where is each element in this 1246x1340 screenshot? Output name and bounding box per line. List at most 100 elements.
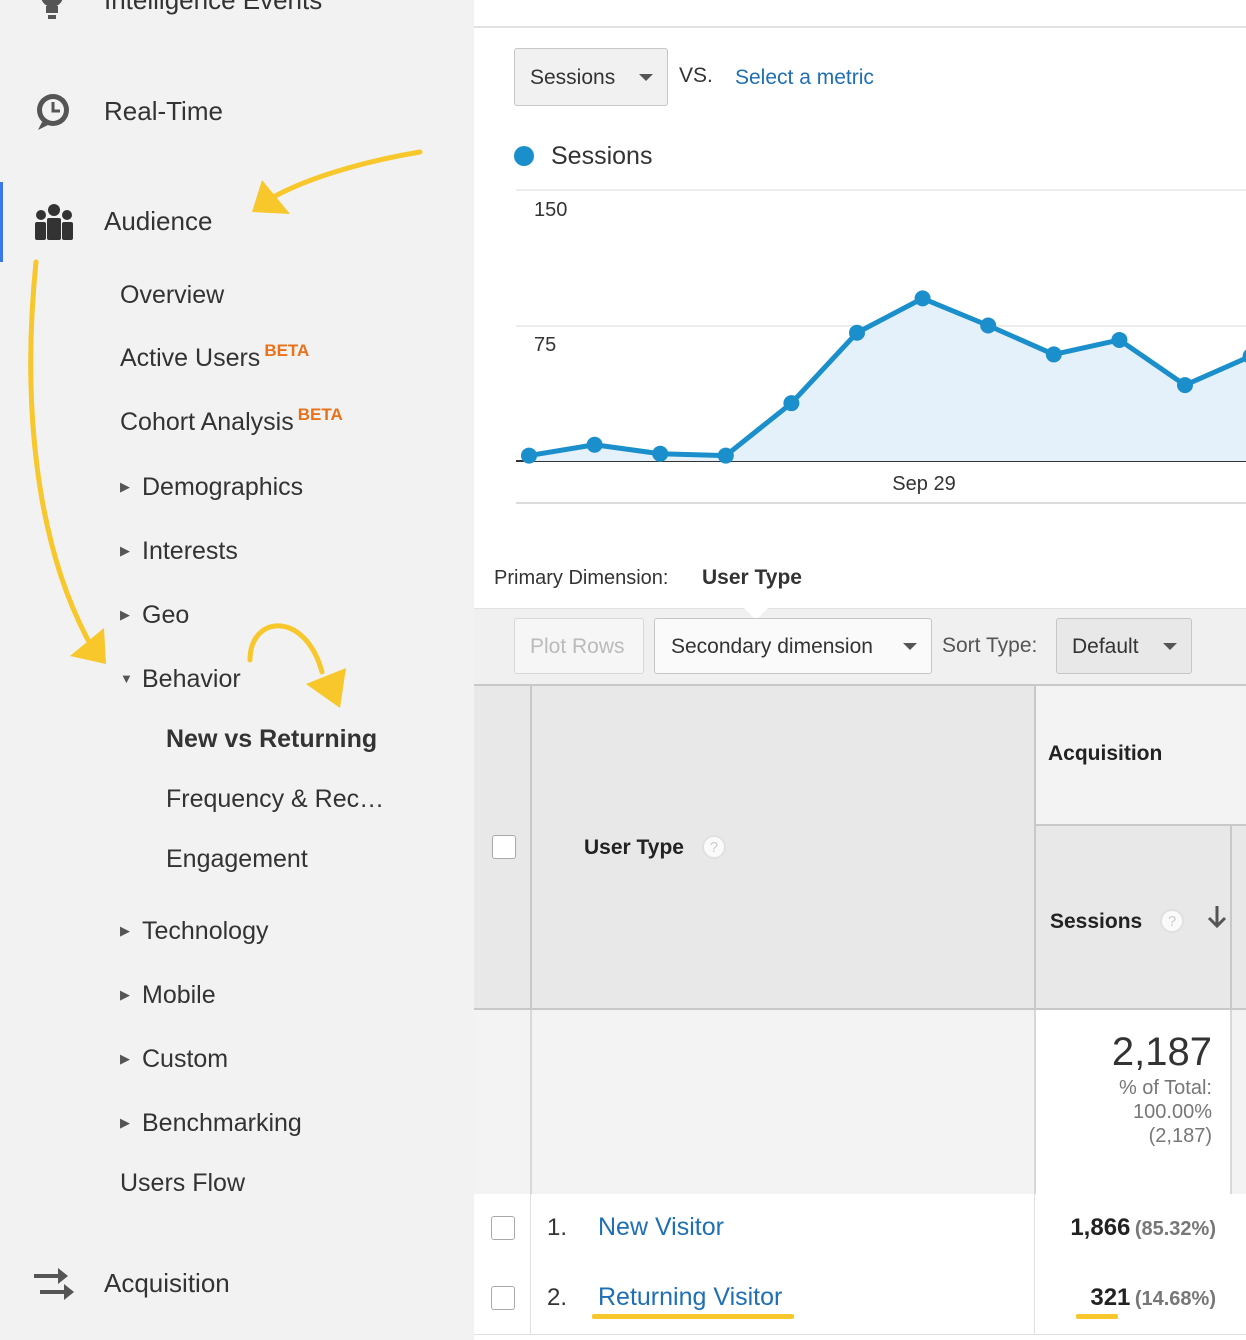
row-sessions: 321 (14.68%) xyxy=(1046,1284,1216,1312)
table-row: 1. New Visitor 1,866 (85.32%) xyxy=(474,1194,1246,1265)
data-point[interactable] xyxy=(1111,331,1128,348)
report-main: Sessions VS. Select a metric Sessions 15… xyxy=(474,0,1246,1340)
expand-right-icon: ▶ xyxy=(120,923,130,938)
sidebar-item-demographics[interactable]: ▶ Demographics xyxy=(120,473,303,502)
help-icon[interactable]: ? xyxy=(702,835,726,859)
expand-right-icon: ▶ xyxy=(120,1115,130,1130)
data-point[interactable] xyxy=(717,447,734,464)
sidebar-item-frequency-recency[interactable]: Frequency & Rec… xyxy=(166,785,384,814)
sidebar-item-label: Mobile xyxy=(142,981,216,1009)
sidebar-item-mobile[interactable]: ▶ Mobile xyxy=(120,981,216,1010)
sidebar-item-label: Technology xyxy=(142,917,269,945)
active-indicator xyxy=(0,182,3,262)
sidebar-item-label: Overview xyxy=(120,281,225,309)
sidebar-item-label: Users Flow xyxy=(120,1169,246,1197)
y-tick-label: 150 xyxy=(534,199,567,221)
sidebar-item-custom[interactable]: ▶ Custom xyxy=(120,1045,228,1074)
sidebar-item-label: Real-Time xyxy=(104,96,223,126)
data-point[interactable] xyxy=(783,395,800,412)
help-icon[interactable]: ? xyxy=(1160,909,1184,933)
total-values: 2,187 % of Total: 100.00% (2,187) xyxy=(1044,1028,1212,1148)
data-point[interactable] xyxy=(980,317,997,334)
sidebar-item-label: Engagement xyxy=(166,845,308,873)
beta-badge: BETA xyxy=(297,405,343,424)
vs-label: VS. xyxy=(679,64,713,87)
sidebar-item-technology[interactable]: ▶ Technology xyxy=(120,917,268,946)
chevron-down-icon xyxy=(639,74,653,81)
row-sessions-value: 321 xyxy=(1090,1284,1131,1311)
data-point[interactable] xyxy=(914,290,931,307)
data-point[interactable] xyxy=(586,436,603,453)
sort-type-label: Sort Type: xyxy=(942,634,1038,657)
highlight-underline xyxy=(1076,1314,1118,1319)
plot-rows-button[interactable]: Plot Rows xyxy=(514,618,644,674)
primary-dimension-label: Primary Dimension: xyxy=(494,567,669,589)
row-user-type-link[interactable]: New Visitor xyxy=(598,1213,724,1242)
row-index: 1. xyxy=(547,1214,568,1241)
expand-right-icon: ▶ xyxy=(120,479,130,494)
user-type-column-header[interactable]: User Type xyxy=(584,836,684,860)
row-sessions-value: 1,866 xyxy=(1070,1214,1131,1241)
expand-right-icon: ▶ xyxy=(120,543,130,558)
row-sessions-pct: (14.68%) xyxy=(1134,1288,1216,1310)
sidebar-item-overview[interactable]: Overview xyxy=(120,281,224,310)
col-divider xyxy=(530,1264,531,1334)
legend-label: Sessions xyxy=(551,142,653,170)
sidebar-item-engagement[interactable]: Engagement xyxy=(166,845,308,874)
select-all-checkbox[interactable] xyxy=(492,835,516,859)
col-divider xyxy=(530,686,532,1012)
data-point[interactable] xyxy=(1177,377,1193,394)
total-pct-value: 100.00% xyxy=(1133,1101,1212,1123)
series-area xyxy=(529,298,1246,461)
col-divider xyxy=(1230,824,1232,1012)
sidebar-item-cohort-analysis[interactable]: Cohort Analysis BETA xyxy=(120,405,343,437)
sidebar-item-geo[interactable]: ▶ Geo xyxy=(120,601,189,630)
sidebar-item-users-flow[interactable]: Users Flow xyxy=(120,1169,245,1198)
secondary-dimension-label: Secondary dimension xyxy=(671,635,873,658)
sidebar-item-new-vs-returning[interactable]: New vs Returning xyxy=(166,725,377,754)
data-point[interactable] xyxy=(1045,346,1062,363)
col-divider xyxy=(1034,1264,1035,1334)
sidebar-item-interests[interactable]: ▶ Interests xyxy=(120,537,238,566)
row-index: 2. xyxy=(547,1284,568,1311)
legend-dot xyxy=(514,146,534,166)
sort-type-select[interactable]: Default xyxy=(1056,618,1192,674)
sidebar-item-label: Demographics xyxy=(142,473,304,501)
row-user-type-link[interactable]: Returning Visitor xyxy=(598,1283,782,1312)
secondary-dimension-select[interactable]: Secondary dimension xyxy=(654,618,932,674)
col-divider xyxy=(530,1194,531,1264)
sidebar-item-active-users[interactable]: Active Users BETA xyxy=(120,341,309,373)
plot-rows-label: Plot Rows xyxy=(530,635,625,658)
total-sessions: 2,187 xyxy=(1111,1030,1212,1074)
data-point[interactable] xyxy=(521,447,537,464)
sidebar-item-label: Active Users xyxy=(120,344,261,372)
data-point[interactable] xyxy=(849,324,865,341)
data-point[interactable] xyxy=(652,445,669,462)
table-row: 2. Returning Visitor 321 (14.68%) xyxy=(474,1264,1246,1335)
sort-type-value: Default xyxy=(1072,635,1139,658)
expand-right-icon: ▶ xyxy=(120,607,130,622)
arrow-down-icon[interactable] xyxy=(1206,904,1228,935)
row-sessions-pct: (85.32%) xyxy=(1134,1218,1216,1240)
sidebar-item-label: Cohort Analysis xyxy=(120,408,294,436)
select-metric-link[interactable]: Select a metric xyxy=(735,66,874,90)
expand-right-icon: ▶ xyxy=(120,1051,130,1066)
sidebar-item-label: Acquisition xyxy=(104,1268,230,1298)
sidebar-item-behavior[interactable]: ▼ Behavior xyxy=(120,665,241,694)
clock-icon xyxy=(32,90,74,137)
col-divider xyxy=(1034,1194,1035,1264)
row-sessions: 1,866 (85.32%) xyxy=(1046,1214,1216,1242)
row-checkbox[interactable] xyxy=(491,1216,515,1240)
sidebar-item-benchmarking[interactable]: ▶ Benchmarking xyxy=(120,1109,302,1138)
acquisition-group-header: Acquisition xyxy=(1048,742,1163,765)
acquisition-arrows-icon xyxy=(32,1262,76,1311)
metric-select[interactable]: Sessions xyxy=(514,48,668,106)
sidebar-item-label: New vs Returning xyxy=(166,725,378,753)
sessions-column-header[interactable]: Sessions xyxy=(1050,910,1142,934)
primary-dimension-value: User Type xyxy=(702,566,802,589)
row-checkbox[interactable] xyxy=(491,1286,515,1310)
x-tick-label: Sep 29 xyxy=(892,473,955,495)
sidebar-item-label: Intelligence Events xyxy=(104,0,323,15)
lightbulb-icon xyxy=(32,0,72,31)
total-pct-abs: (2,187) xyxy=(1148,1125,1212,1147)
